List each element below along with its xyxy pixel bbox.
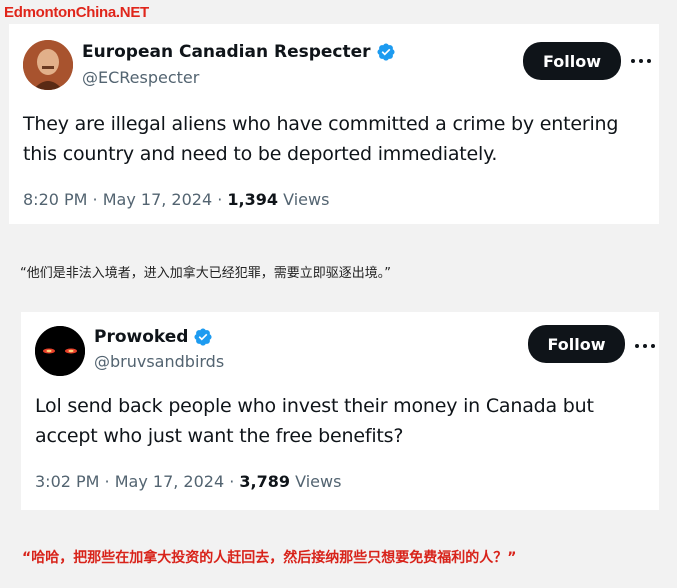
tweet-meta: 3:02 PM · May 17, 2024 · 3,789 Views <box>35 472 341 491</box>
display-name[interactable]: Prowoked <box>94 327 213 347</box>
views-count: 3,789 <box>239 472 291 491</box>
views-count: 1,394 <box>227 190 279 209</box>
tweet-meta: 8:20 PM · May 17, 2024 · 1,394 Views <box>23 190 329 209</box>
caption-translation-1: “他们是非法入境者，进入加拿大已经犯罪，需要立即驱逐出境。” <box>20 266 391 281</box>
display-name-text[interactable]: European Canadian Respecter <box>82 42 371 62</box>
views-label: Views <box>278 190 330 209</box>
tweet-text: They are illegal aliens who have committ… <box>23 113 619 165</box>
tweet-card-1: European Canadian Respecter @ECRespecter… <box>9 24 659 224</box>
follow-button[interactable]: Follow <box>523 42 621 80</box>
display-name-text[interactable]: Prowoked <box>94 327 188 347</box>
handle[interactable]: @ECRespecter <box>82 68 199 87</box>
tweet-timestamp[interactable]: 8:20 PM · May 17, 2024 · <box>23 190 227 209</box>
views-label: Views <box>290 472 342 491</box>
avatar[interactable] <box>23 40 73 90</box>
verified-badge-icon <box>194 328 213 346</box>
tweet-card-2: Prowoked @bruvsandbirds Follow Lol send … <box>21 312 659 510</box>
follow-button[interactable]: Follow <box>528 325 625 363</box>
more-horizontal-icon[interactable] <box>635 343 655 349</box>
caption-translation-2: “哈哈，把那些在加拿大投资的人赶回去，然后接纳那些只想要免费福利的人？” <box>22 550 517 566</box>
avatar[interactable] <box>35 326 85 376</box>
tweet-text: Lol send back people who invest their mo… <box>35 395 594 447</box>
more-horizontal-icon[interactable] <box>631 58 651 64</box>
site-logo: EdmontonChina.NET <box>4 4 149 21</box>
verified-badge-icon <box>377 43 395 61</box>
display-name[interactable]: European Canadian Respecter <box>82 42 396 62</box>
handle[interactable]: @bruvsandbirds <box>94 352 224 371</box>
tweet-timestamp[interactable]: 3:02 PM · May 17, 2024 · <box>35 472 239 491</box>
